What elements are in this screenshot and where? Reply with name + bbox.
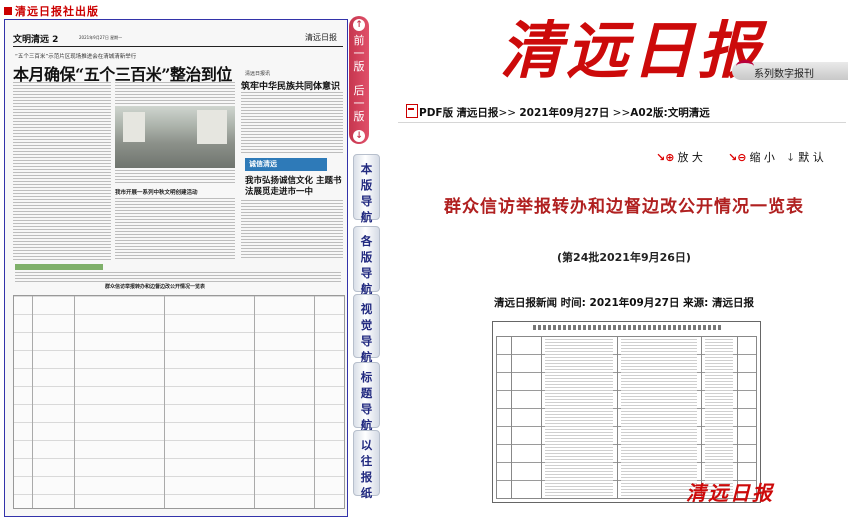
photo-building xyxy=(197,110,227,144)
photo-caption xyxy=(115,170,235,184)
table-column-line xyxy=(74,296,75,508)
next-page-button[interactable]: 后一版 xyxy=(349,84,369,123)
article-text-block[interactable] xyxy=(241,200,343,260)
article-subhead[interactable]: “五个三百米”示范片区现场推进会在清城清新举行 xyxy=(15,52,136,60)
nav-label[interactable]: 标题导航 xyxy=(361,369,373,433)
table-column-line xyxy=(617,337,618,498)
default-label[interactable]: 默 认 xyxy=(798,151,824,164)
article-table-image[interactable] xyxy=(492,321,761,503)
edition-banner[interactable]: 系列数字报刊 xyxy=(732,56,848,82)
article-text-block[interactable] xyxy=(115,82,235,104)
table-column-line xyxy=(541,337,542,498)
article-subhead: 清远日报讯 xyxy=(245,71,271,77)
table-column-line xyxy=(164,296,165,508)
article-text-block[interactable] xyxy=(115,198,235,260)
article-meta: 清远日报新闻 时间: 2021年09月27日 来源: 清远日报 xyxy=(494,297,754,309)
zoom-out-icon[interactable]: ↘⊖ xyxy=(728,151,746,164)
section-name: 文明清远 xyxy=(13,35,50,45)
nav-label[interactable]: 视觉导航 xyxy=(361,301,373,365)
footer-logo: 清远日报 xyxy=(686,481,774,505)
section-badge: 诚信清远 xyxy=(245,158,327,171)
breadcrumb-separator: >> xyxy=(498,107,520,119)
table-column-line xyxy=(32,296,33,508)
prev-page-label[interactable]: 前一版 xyxy=(354,34,365,73)
breadcrumb-paper[interactable]: 清远日报 xyxy=(456,107,498,119)
nav-visual[interactable]: 视觉导航 xyxy=(353,294,380,364)
article-title: 群众信访举报转办和边督边改公开情况一览表 xyxy=(444,197,804,217)
publisher-label: 清远日报社出版 xyxy=(4,3,99,19)
nav-all-pages[interactable]: 各版导航 xyxy=(353,226,380,296)
article-photo[interactable] xyxy=(115,106,235,168)
article-headline[interactable]: 筑牢中华民族共同体意识 xyxy=(241,79,340,92)
table-column-line xyxy=(314,296,315,508)
image-table-grid xyxy=(496,336,757,499)
prev-page-button[interactable]: 前一版 xyxy=(349,34,369,73)
breadcrumb: PDF版 清远日报>> 2021年09月27日 >>A02版:文明清远 xyxy=(406,104,710,120)
next-page-arrow-icon[interactable]: ↓ xyxy=(353,130,365,142)
breadcrumb-date[interactable]: 2021年09月27日 xyxy=(519,107,609,119)
swoosh-arrow-icon xyxy=(736,60,754,73)
next-page-label[interactable]: 后一版 xyxy=(354,84,365,123)
page-nav-pill: ↑ 前一版 后一版 ↓ xyxy=(349,16,369,144)
table-column-line xyxy=(254,296,255,508)
zoom-out-label[interactable]: 缩 小 xyxy=(749,151,775,164)
table-column-line xyxy=(701,337,702,498)
newspaper-page-thumbnail[interactable]: 文明清远 2 2021年9月27日 星期一 清远日报 “五个三百米”示范片区现场… xyxy=(4,19,348,517)
data-table[interactable] xyxy=(13,295,345,509)
page-section: 文明清远 2 xyxy=(13,32,58,45)
publisher-text: 清远日报社出版 xyxy=(15,5,99,18)
table-title[interactable]: 群众信访举报转办和边督边改公开情况一览表 xyxy=(105,283,205,290)
notice-text xyxy=(15,272,341,282)
page-number: 2 xyxy=(52,35,59,45)
zoom-in-button[interactable]: ↘⊕ 放 大 xyxy=(656,149,703,165)
square-icon xyxy=(4,7,12,15)
notice-bar xyxy=(15,264,103,270)
zoom-out-button[interactable]: ↘⊖ 缩 小 xyxy=(728,149,775,165)
breadcrumb-page[interactable]: A02版:文明清远 xyxy=(630,107,709,119)
table-column-line xyxy=(737,337,738,498)
table-text-fill xyxy=(545,339,613,497)
nav-label[interactable]: 以往报纸 xyxy=(361,437,373,501)
default-size-button[interactable]: ↓ 默 认 xyxy=(786,149,824,165)
divider xyxy=(398,122,846,123)
photo-building xyxy=(123,112,145,142)
nav-label[interactable]: 本版导航 xyxy=(361,161,373,225)
zoom-in-icon[interactable]: ↘⊕ xyxy=(656,151,674,164)
page-date: 2021年9月27日 星期一 xyxy=(79,35,123,40)
nav-this-page[interactable]: 本版导航 xyxy=(353,154,380,224)
nav-label[interactable]: 各版导航 xyxy=(361,233,373,297)
table-column-line xyxy=(511,337,512,498)
page-header: 文明清远 2 2021年9月27日 星期一 清远日报 xyxy=(13,32,343,47)
zoom-in-label[interactable]: 放 大 xyxy=(677,151,703,164)
pdf-icon[interactable] xyxy=(406,104,418,118)
table-text-fill xyxy=(705,339,733,497)
article-subtitle: (第24批2021年9月26日) xyxy=(557,251,691,264)
masthead-logo: 清远日报 xyxy=(500,14,765,87)
default-icon[interactable]: ↓ xyxy=(786,151,795,164)
edition-label[interactable]: 系列数字报刊 xyxy=(754,65,814,80)
article-text-block[interactable] xyxy=(241,92,343,154)
nav-headlines[interactable]: 标题导航 xyxy=(353,362,380,432)
pdf-link[interactable]: PDF版 xyxy=(419,107,453,119)
paper-logo: 清远日报 xyxy=(305,33,337,42)
image-title-line xyxy=(533,325,723,330)
article-text-block[interactable] xyxy=(13,82,111,260)
breadcrumb-separator: >> xyxy=(612,107,631,119)
prev-page-arrow-icon[interactable]: ↑ xyxy=(353,19,365,31)
article-headline[interactable]: 我市弘扬诚信文化 主题书法展觅走进市一中 xyxy=(245,176,345,198)
table-text-fill xyxy=(621,339,697,497)
nav-archive[interactable]: 以往报纸 xyxy=(353,430,380,500)
article-headline[interactable]: 我市开展一系列中秋文明创建活动 xyxy=(115,188,198,196)
